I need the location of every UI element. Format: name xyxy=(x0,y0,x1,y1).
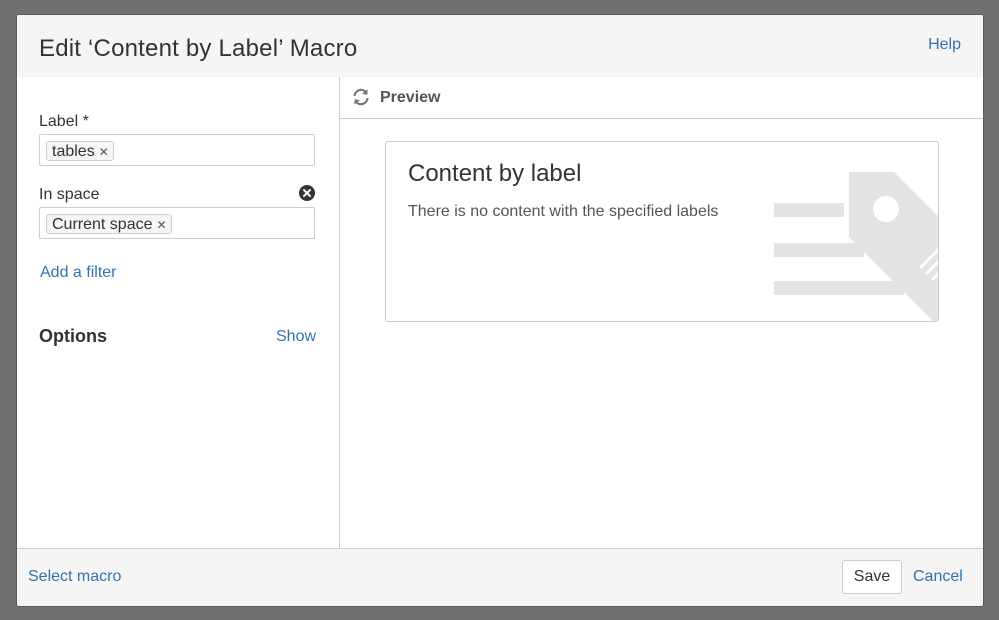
preview-card: Content by label There is no content wit… xyxy=(385,141,939,322)
options-heading: Options xyxy=(39,326,107,346)
add-filter-link[interactable]: Add a filter xyxy=(40,264,116,282)
clear-circle-icon[interactable] xyxy=(299,185,315,201)
card-message: There is no content with the specified l… xyxy=(408,203,719,220)
macro-editor-dialog: Edit ‘Content by Label’ Macro Help Label… xyxy=(16,14,984,607)
label-tag: tables ✕ xyxy=(46,141,114,161)
label-field-label: Label * xyxy=(39,113,89,130)
space-input[interactable]: Current space ✕ xyxy=(39,207,315,239)
x-icon[interactable]: ✕ xyxy=(157,218,167,232)
dialog-title: Edit ‘Content by Label’ Macro xyxy=(39,35,358,62)
dialog-footer: Select macro Save Cancel xyxy=(17,548,983,606)
preview-bar: Preview xyxy=(340,77,983,119)
label-tag-text: tables xyxy=(52,143,95,160)
x-icon[interactable]: ✕ xyxy=(99,145,109,159)
preview-panel: Preview Content by label There is no con… xyxy=(340,77,983,549)
space-tag-text: Current space xyxy=(52,216,153,233)
macro-parameters-panel: Label * tables ✕ In space Current space ✕ … xyxy=(17,77,340,549)
show-options-link[interactable]: Show xyxy=(276,328,316,346)
label-input[interactable]: tables ✕ xyxy=(39,134,315,166)
select-macro-link[interactable]: Select macro xyxy=(28,568,121,586)
refresh-icon[interactable] xyxy=(351,87,371,107)
cancel-link[interactable]: Cancel xyxy=(913,568,963,586)
label-tag-illustration xyxy=(774,172,938,321)
save-button[interactable]: Save xyxy=(842,560,902,594)
space-tag: Current space ✕ xyxy=(46,214,172,234)
card-title: Content by label xyxy=(408,160,582,187)
dialog-header: Edit ‘Content by Label’ Macro Help xyxy=(17,15,983,78)
preview-label: Preview xyxy=(380,89,441,106)
help-link[interactable]: Help xyxy=(928,36,961,54)
space-field-label: In space xyxy=(39,186,100,203)
